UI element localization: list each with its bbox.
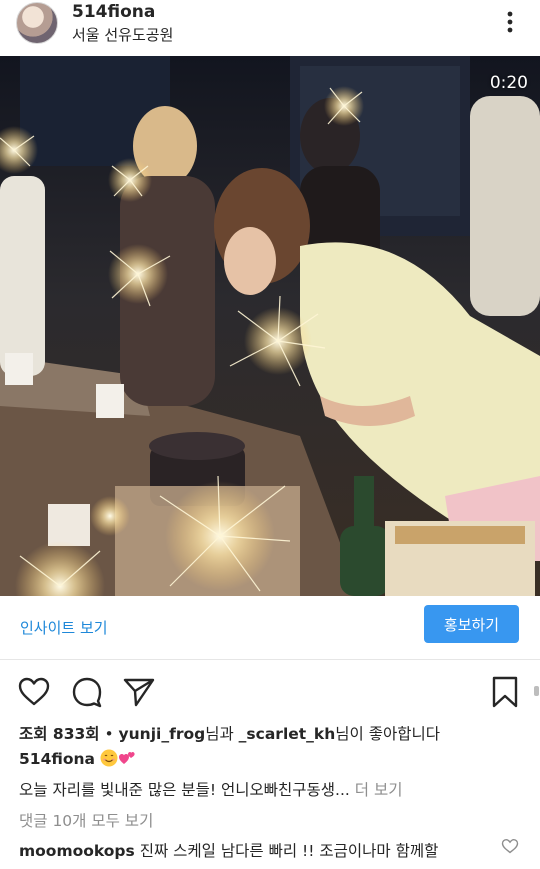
post-username[interactable]: 514fiona: [72, 2, 155, 22]
caption-text: 오늘 자리를 빛내준 많은 분들! 언니오빠친구동생...: [19, 781, 350, 799]
post-video[interactable]: 0:20: [0, 56, 540, 596]
view-insights-link[interactable]: 인사이트 보기: [20, 617, 108, 638]
scrollbar-thumb[interactable]: [534, 686, 539, 696]
comment-text: 진짜 스케일 남다른 빠리 !! 조금이나마 함께할: [139, 842, 439, 860]
post-header: 514fiona 서울 선유도공원: [0, 0, 540, 52]
liker-username-1[interactable]: yunji_frog: [119, 725, 206, 743]
two-hearts-icon: [118, 752, 135, 764]
comment-username[interactable]: moomookops: [19, 842, 135, 860]
smiling-face-icon: [100, 749, 118, 767]
caption-author-row: 514fiona: [19, 749, 136, 768]
likes-views-row: 조회 833회 • yunji_frog님과 _scarlet_kh님이 좋아합…: [19, 722, 440, 744]
video-timer: 0:20: [489, 73, 528, 93]
liker-username-2[interactable]: _scarlet_kh: [239, 725, 336, 743]
comment-bubble-icon[interactable]: [70, 676, 104, 708]
video-frame-image: [0, 56, 540, 596]
caption-more-link[interactable]: 더 보기: [355, 781, 403, 799]
profile-avatar[interactable]: [16, 2, 58, 44]
paper-plane-icon[interactable]: [122, 676, 156, 708]
comment-like-heart-icon[interactable]: [501, 838, 519, 854]
caption-author[interactable]: 514fiona: [19, 750, 95, 768]
comment-row: moomookops 진짜 스케일 남다른 빠리 !! 조금이나마 함께할: [19, 839, 438, 861]
post-actions: [0, 670, 540, 714]
likes-suffix: 님이 좋아합니다: [335, 725, 441, 743]
views-count: 조회 833회: [19, 725, 100, 743]
vertical-ellipsis-icon[interactable]: [500, 10, 520, 36]
heart-outline-icon[interactable]: [17, 676, 51, 708]
promote-button[interactable]: 홍보하기: [424, 605, 519, 643]
separator: •: [99, 725, 119, 743]
insights-bar: 인사이트 보기 홍보하기: [0, 597, 540, 659]
likes-connector: 님과: [205, 725, 239, 743]
view-all-comments-link[interactable]: 댓글 10개 모두 보기: [19, 809, 153, 831]
divider: [0, 659, 540, 660]
caption-text-row: 오늘 자리를 빛내준 많은 분들! 언니오빠친구동생... 더 보기: [19, 778, 403, 800]
post-location[interactable]: 서울 선유도공원: [72, 24, 173, 45]
bookmark-icon[interactable]: [488, 676, 522, 708]
